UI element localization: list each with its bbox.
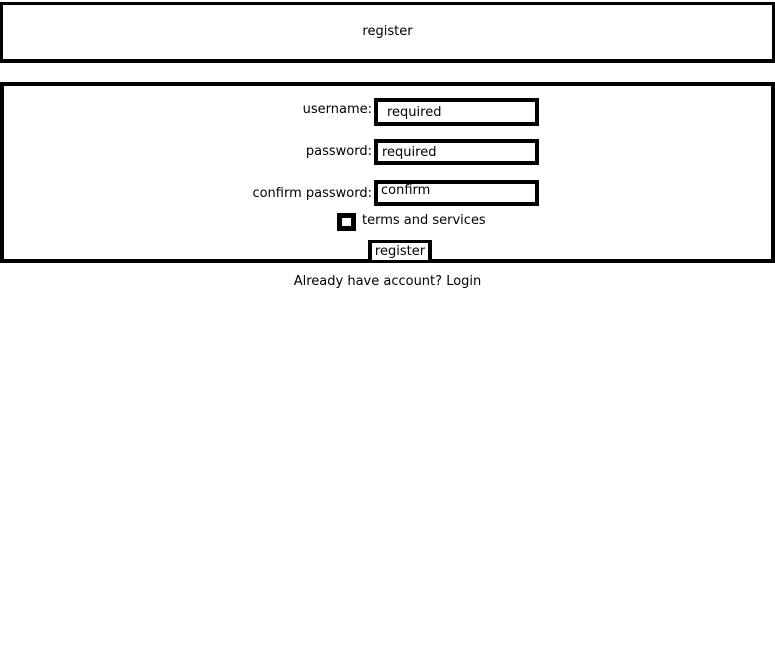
confirm-password-label: confirm password: bbox=[252, 186, 372, 201]
username-input[interactable] bbox=[374, 98, 539, 126]
terms-label: terms and services bbox=[362, 213, 486, 228]
password-input[interactable] bbox=[374, 139, 539, 165]
username-label: username: bbox=[302, 102, 372, 117]
page-header: register bbox=[0, 2, 775, 63]
terms-checkbox[interactable] bbox=[337, 213, 356, 231]
page-title: register bbox=[362, 24, 413, 39]
confirm-password-input[interactable] bbox=[374, 180, 539, 206]
login-prompt-text: Already have account? bbox=[293, 274, 443, 289]
login-link[interactable]: Login bbox=[446, 274, 481, 289]
register-button[interactable]: register bbox=[368, 240, 432, 260]
password-label: password: bbox=[305, 144, 372, 159]
login-prompt: Already have account? Login bbox=[0, 274, 775, 290]
